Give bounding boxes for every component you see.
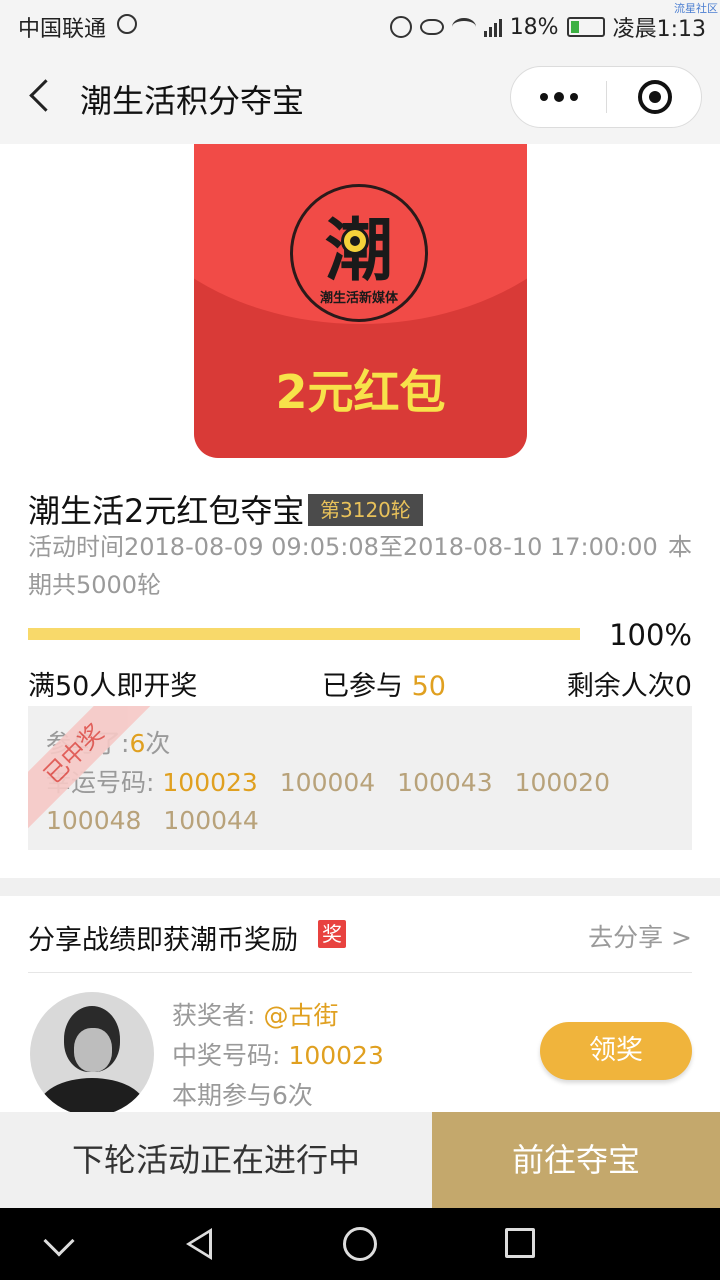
divider <box>28 972 692 973</box>
envelope-amount: 2元红包 <box>275 365 446 419</box>
lucky-number: 100023 <box>162 768 258 797</box>
system-back-icon[interactable] <box>186 1228 212 1260</box>
activity-time-range: 活动时间2018-08-09 09:05:08至2018-08-10 17:00… <box>28 533 658 561</box>
winner-participation: 本期参与6次 <box>172 1081 313 1110</box>
winner-name-row: 获奖者: @古街 <box>172 996 338 1032</box>
system-recents-icon[interactable] <box>505 1228 535 1258</box>
wifi-icon <box>451 18 476 36</box>
miniprogram-capsule <box>510 66 702 128</box>
lucky-number: 100043 <box>397 768 493 797</box>
times-unit: 次 <box>145 729 171 758</box>
system-home-icon[interactable] <box>343 1227 377 1261</box>
open-condition: 满50人即开奖 <box>28 671 198 702</box>
logo-eye-icon <box>341 227 369 255</box>
share-link[interactable]: 去分享 > <box>560 918 692 954</box>
bottom-action-bar: 下轮活动正在进行中 前往夺宝 <box>0 1112 720 1208</box>
nav-bar: 潮生活积分夺宝 <box>0 50 720 144</box>
watermark: 流星社区 <box>674 2 718 15</box>
winner-name: @古街 <box>263 1001 339 1030</box>
progress-bar <box>28 628 580 640</box>
joined-label: 已参与 <box>322 671 403 702</box>
product-title: 潮生活2元红包夺宝 <box>28 492 305 530</box>
brand-logo: 潮 潮生活新媒体 <box>290 184 428 322</box>
activity-rounds: 期共5000轮 <box>28 571 162 599</box>
times-count: 6 <box>129 729 146 758</box>
progress-percent: 100% <box>609 618 692 652</box>
activity-time: 活动时间2018-08-09 09:05:08至2018-08-10 17:00… <box>28 528 692 604</box>
section-divider <box>0 878 720 896</box>
close-miniprogram-icon[interactable] <box>638 80 672 114</box>
lucky-number: 100044 <box>163 806 259 835</box>
red-envelope-image: 潮 潮生活新媒体 2元红包 <box>194 144 527 458</box>
reward-badge: 奖 <box>318 920 346 948</box>
winning-number-label: 中奖号码: <box>172 1041 281 1070</box>
claim-prize-button[interactable]: 领奖 <box>540 1022 692 1080</box>
hide-nav-icon[interactable] <box>43 1225 75 1257</box>
page-title: 潮生活积分夺宝 <box>80 82 305 120</box>
more-icon[interactable] <box>511 67 606 127</box>
round-badge: 第3120轮 <box>308 494 423 526</box>
lucky-numbers: 幸运号码: 100023 100004 100043 100020 100048… <box>46 764 666 840</box>
joined-count: 50 <box>411 671 446 702</box>
alarm-icon <box>389 16 412 38</box>
my-participation: 参与了:6次 幸运号码: 100023 100004 100043 100020… <box>28 706 692 850</box>
battery-percent: 18% <box>509 14 559 40</box>
capsule-divider <box>606 81 607 113</box>
logo-subtitle: 潮生活新媒体 <box>319 291 398 306</box>
status-icons: 18% 凌晨1:13 <box>389 11 706 43</box>
winning-number-row: 中奖号码: 100023 <box>172 1036 384 1072</box>
share-label: 分享战绩即获潮币奖励 <box>28 925 298 956</box>
winner-label: 获奖者: <box>172 1001 256 1030</box>
next-round-status: 下轮活动正在进行中 <box>0 1112 432 1208</box>
system-nav-bar <box>0 1208 720 1280</box>
winner-avatar <box>30 992 154 1116</box>
lucky-number: 100048 <box>46 806 142 835</box>
data-saver-icon <box>117 14 137 34</box>
status-bar: 中国联通 18% 凌晨1:13 流星社区 <box>0 0 720 50</box>
signal-icon <box>483 17 502 37</box>
carrier-label: 中国联通 <box>18 17 107 42</box>
winning-number: 100023 <box>288 1041 384 1070</box>
joined-stat: 已参与 50 <box>322 664 446 703</box>
lucky-number: 100004 <box>279 768 376 797</box>
eye-comfort-icon <box>419 19 444 35</box>
remaining-stat: 剩余人次0 <box>566 671 692 702</box>
activity-time-suffix: 本 <box>668 533 692 561</box>
lucky-number: 100020 <box>514 768 610 797</box>
back-icon[interactable] <box>24 78 56 114</box>
go-treasure-button[interactable]: 前往夺宝 <box>432 1112 720 1208</box>
battery-icon <box>566 17 605 37</box>
progress-fill <box>28 628 580 640</box>
